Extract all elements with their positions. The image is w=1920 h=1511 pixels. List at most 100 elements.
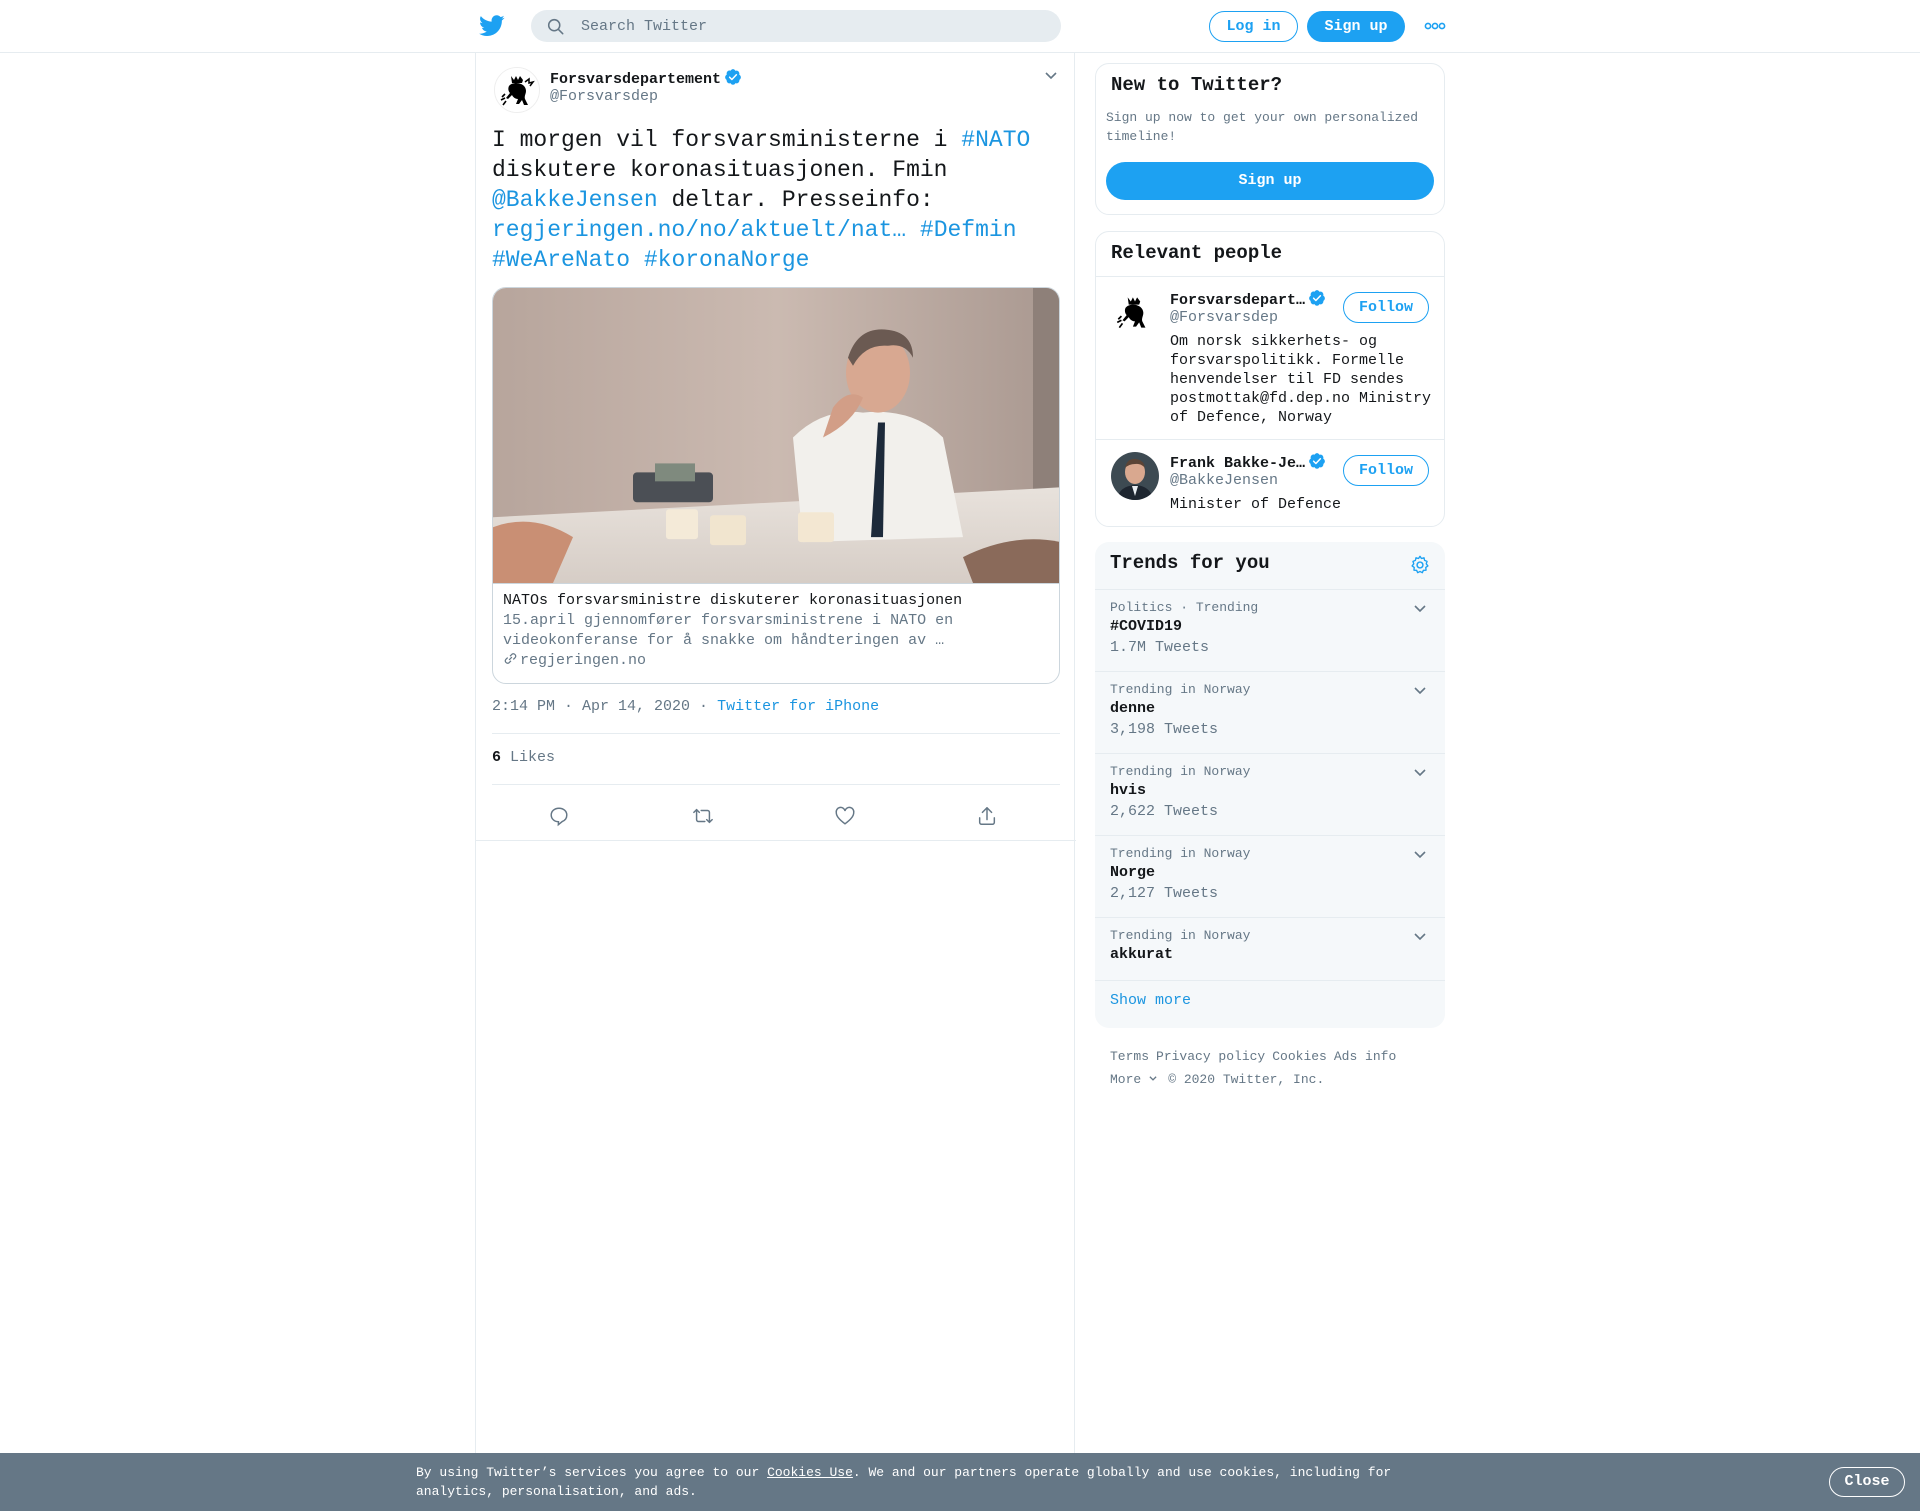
person-bio: Om norsk sikkerhets- og forsvarspolitikk…: [1170, 333, 1432, 426]
trend-name[interactable]: akkurat: [1110, 946, 1173, 963]
tweet-timestamp[interactable]: 2:14 PM · Apr 14, 2020: [492, 698, 690, 715]
tweet-column: Forsvarsdepartement @Forsvarsdep I morge…: [475, 53, 1076, 1453]
login-button[interactable]: Log in: [1209, 11, 1298, 42]
trend-name[interactable]: denne: [1110, 700, 1155, 717]
footer-privacy-link[interactable]: Privacy policy: [1156, 1049, 1265, 1064]
person-handle[interactable]: @BakkeJensen: [1170, 472, 1278, 489]
cookie-text-before: By using Twitter’s services you agree to…: [416, 1465, 768, 1480]
chevron-down-icon[interactable]: [1412, 682, 1428, 698]
tweet-text-part: diskutere koronasituasjonen. Fmin: [492, 157, 948, 183]
chevron-down-icon[interactable]: [1412, 928, 1428, 944]
likes-label: Likes: [510, 749, 556, 766]
trend-context: Trending in Norway: [1110, 846, 1251, 861]
person-name[interactable]: Frank Bakke-Je…: [1170, 452, 1326, 472]
tweet-meta: 2:14 PM · Apr 14, 2020 · Twitter for iPh…: [492, 698, 879, 715]
mention-link[interactable]: @BakkeJensen: [492, 187, 658, 213]
author-name-text[interactable]: Forsvarsdepartement: [550, 71, 721, 88]
norway-lion-crest-icon: [1111, 289, 1159, 337]
footer-more-menu[interactable]: More: [1110, 1072, 1158, 1087]
norway-lion-crest-icon: [495, 68, 539, 112]
trend-item[interactable]: Trending in Norway Norge 2,127 Tweets: [1095, 835, 1445, 917]
verified-badge-icon: [725, 69, 741, 85]
divider: [492, 784, 1060, 785]
follow-button[interactable]: Follow: [1343, 292, 1429, 323]
hashtag-link[interactable]: #WeAreNato: [492, 247, 630, 273]
trend-name[interactable]: #COVID19: [1110, 618, 1182, 635]
retweet-icon[interactable]: [692, 805, 714, 827]
card-image: [493, 288, 1059, 584]
trend-context: Trending in Norway: [1110, 928, 1251, 943]
link-icon: [504, 653, 517, 664]
chevron-down-icon[interactable]: [1412, 846, 1428, 862]
author-avatar[interactable]: [494, 67, 540, 113]
person-handle[interactable]: @Forsvarsdep: [1170, 309, 1278, 326]
trends-title: Trends for you: [1110, 552, 1270, 574]
person-photo: [1111, 452, 1159, 500]
author-name[interactable]: Forsvarsdepartement: [550, 68, 742, 88]
show-more-link[interactable]: Show more: [1110, 992, 1191, 1009]
trends-box: Trends for you Politics · Trending #COVI…: [1095, 542, 1445, 1028]
follow-button[interactable]: Follow: [1343, 455, 1429, 486]
trend-count: 3,198 Tweets: [1110, 721, 1219, 738]
footer-more-label[interactable]: More: [1110, 1072, 1141, 1087]
author-handle[interactable]: @Forsvarsdep: [550, 88, 658, 105]
hashtag-link[interactable]: #NATO: [961, 127, 1030, 153]
trend-item[interactable]: Trending in Norway hvis 2,622 Tweets: [1095, 753, 1445, 835]
twitter-bird-icon[interactable]: [479, 14, 505, 38]
likes-stat[interactable]: 6 Likes: [492, 749, 555, 766]
search-input[interactable]: [581, 10, 1041, 42]
person-avatar[interactable]: [1111, 289, 1159, 337]
card-description: 15.april gjennomfører forsvarsministrene…: [503, 612, 954, 649]
close-cookie-button[interactable]: Close: [1829, 1467, 1905, 1497]
person-name-text[interactable]: Forsvarsdepart…: [1170, 292, 1305, 309]
tweet-text-part: deltar. Presseinfo:: [657, 187, 934, 213]
chevron-down-icon[interactable]: [1412, 764, 1428, 780]
signup-button[interactable]: Sign up: [1307, 11, 1405, 42]
trend-context: Politics · Trending: [1110, 600, 1259, 615]
link-card[interactable]: NATOs forsvarsministre diskuterer korona…: [492, 287, 1060, 684]
chevron-down-icon[interactable]: [1412, 600, 1428, 616]
person-name[interactable]: Forsvarsdepart…: [1170, 289, 1326, 309]
reply-icon[interactable]: [548, 805, 570, 827]
footer-ads-link[interactable]: Ads info: [1334, 1049, 1396, 1064]
trend-item[interactable]: Trending in Norway denne 3,198 Tweets: [1095, 671, 1445, 753]
hashtag-link[interactable]: #koronaNorge: [644, 247, 810, 273]
person-card[interactable]: Frank Bakke-Je… @BakkeJensen Minister of…: [1096, 439, 1444, 527]
person-avatar[interactable]: [1111, 452, 1159, 500]
cookies-use-link[interactable]: Cookies Use: [767, 1465, 853, 1480]
trend-item[interactable]: Politics · Trending #COVID19 1.7M Tweets: [1095, 589, 1445, 671]
new-to-twitter-title: New to Twitter?: [1111, 74, 1283, 96]
hashtag-link[interactable]: #Defmin: [920, 217, 1017, 243]
verified-badge-icon: [1309, 290, 1325, 306]
footer-terms-link[interactable]: Terms: [1110, 1049, 1149, 1064]
cookie-banner: By using Twitter’s services you agree to…: [0, 1453, 1920, 1511]
trend-context: Trending in Norway: [1110, 764, 1251, 779]
tweet-source-link[interactable]: Twitter for iPhone: [717, 698, 879, 715]
top-header: Log in Sign up: [0, 0, 1920, 53]
like-heart-icon[interactable]: [834, 805, 856, 827]
more-dots-icon[interactable]: [1424, 20, 1446, 32]
chevron-down-icon[interactable]: [1043, 67, 1059, 83]
relevant-people-title: Relevant people: [1111, 242, 1283, 264]
footer-cookies-link[interactable]: Cookies: [1272, 1049, 1327, 1064]
url-link[interactable]: regjeringen.no/no/aktuelt/nat…: [492, 217, 906, 243]
trend-name[interactable]: hvis: [1110, 782, 1146, 799]
share-icon[interactable]: [976, 805, 998, 827]
trend-context: Trending in Norway: [1110, 682, 1251, 697]
relevant-people-box: Relevant people Forsvarsdepart… @Forsvar…: [1095, 231, 1445, 527]
person-name-text[interactable]: Frank Bakke-Je…: [1170, 455, 1305, 472]
gear-icon[interactable]: [1409, 554, 1431, 576]
tweet-text-part: I morgen vil forsvarsministerne i: [492, 127, 962, 153]
person-card[interactable]: Forsvarsdepart… @Forsvarsdep Om norsk si…: [1096, 276, 1444, 439]
trend-name[interactable]: Norge: [1110, 864, 1155, 881]
trend-item[interactable]: Trending in Norway akkurat: [1095, 917, 1445, 981]
tweet-actions: [476, 793, 1076, 841]
new-to-twitter-subtitle: Sign up now to get your own personalized…: [1106, 110, 1419, 144]
search-icon: [547, 18, 564, 35]
person-bio: Minister of Defence: [1170, 496, 1342, 513]
cookie-text: By using Twitter’s services you agree to…: [416, 1463, 1416, 1501]
trend-count: 2,622 Tweets: [1110, 803, 1219, 820]
card-title[interactable]: NATOs forsvarsministre diskuterer korona…: [503, 592, 962, 609]
search-bar[interactable]: [531, 10, 1061, 42]
sidebar-signup-button[interactable]: Sign up: [1106, 162, 1434, 200]
